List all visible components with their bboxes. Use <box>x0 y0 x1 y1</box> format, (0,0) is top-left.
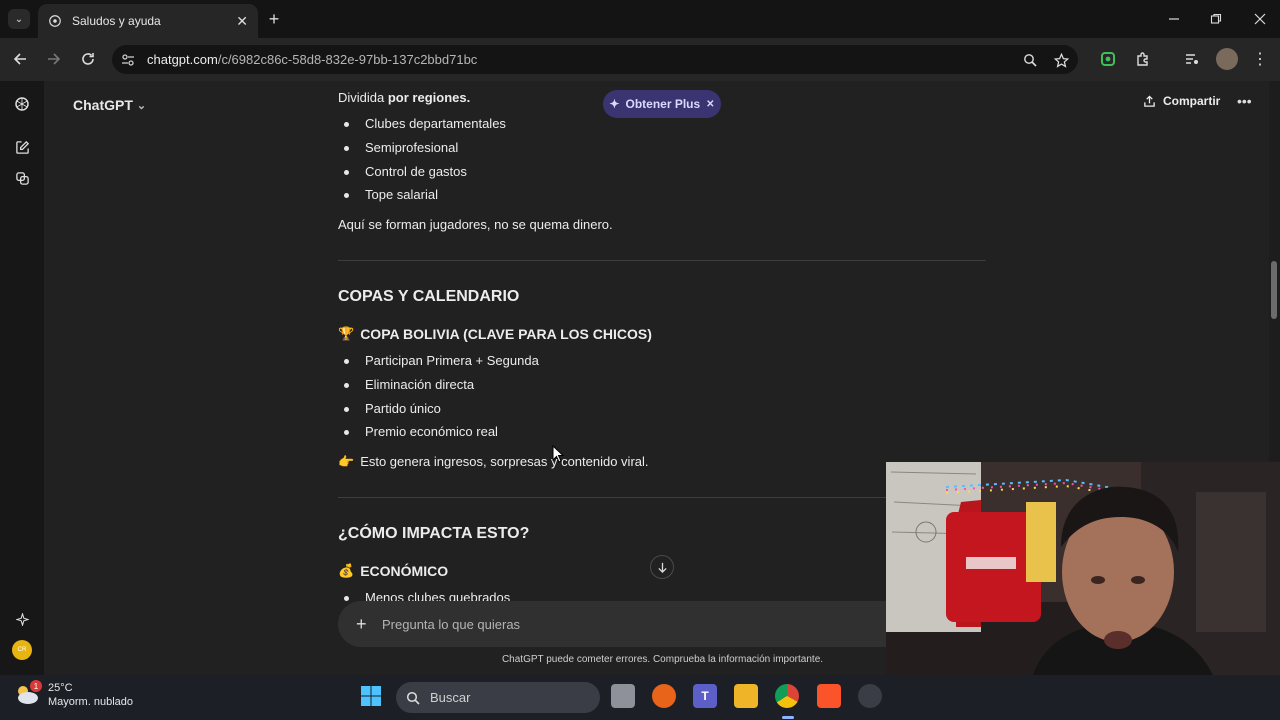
chevron-down-icon: ⌄ <box>136 99 147 112</box>
active-app-indicator <box>782 716 794 719</box>
sparkle-icon[interactable] <box>12 609 32 629</box>
trophy-icon: 🏆 <box>338 326 355 341</box>
chatgpt-sidebar-rail: CR <box>0 81 44 675</box>
new-tab-icon[interactable]: + <box>264 9 284 29</box>
browser-tab-bar: ⌄ Saludos y ayuda ✕ + <box>0 0 1280 38</box>
address-bar[interactable]: chatgpt.com/c/6982c86c-58d8-832e-97bb-13… <box>112 45 1078 74</box>
restore-icon[interactable] <box>1206 10 1226 28</box>
windows-start-icon[interactable] <box>359 684 383 708</box>
list-item: Tope salarial <box>344 187 438 202</box>
weather-temp: 25°C <box>48 682 73 694</box>
brave-icon[interactable] <box>817 684 841 708</box>
windows-taskbar: 1 25°C Mayorm. nublado Buscar T <box>0 675 1280 720</box>
file-explorer-icon[interactable] <box>734 684 758 708</box>
mouse-cursor-icon <box>552 445 564 463</box>
avatar[interactable]: CR <box>12 640 32 660</box>
url-path: /c/6982c86c-58d8-832e-97bb-137c2bbd71bc <box>217 52 478 67</box>
scroll-down-button[interactable] <box>650 555 674 579</box>
openai-favicon-icon <box>48 14 62 28</box>
get-plus-button[interactable]: ✦ Obtener Plus ✕ <box>603 90 721 118</box>
window-close-icon[interactable] <box>1250 10 1270 28</box>
list-item: Premio económico real <box>344 424 498 439</box>
teams-icon[interactable]: T <box>693 684 717 708</box>
paragraph: Aquí se forman jugadores, no se quema di… <box>338 217 613 232</box>
list-item: Partido único <box>344 401 441 416</box>
task-view-icon[interactable] <box>611 684 635 708</box>
paragraph: 👉 Esto genera ingresos, sorpresas y cont… <box>338 454 649 470</box>
chrome-icon[interactable] <box>775 684 799 708</box>
back-icon[interactable] <box>10 49 30 69</box>
divider <box>338 260 986 261</box>
subsection-heading: 🏆 COPA BOLIVIA (CLAVE PARA LOS CHICOS) <box>338 326 652 342</box>
intro-bold: por regiones. <box>387 90 471 105</box>
new-chat-icon[interactable] <box>12 137 32 157</box>
list-item: Eliminación directa <box>343 377 475 392</box>
tab-search-chevron-icon[interactable]: ⌄ <box>8 9 30 29</box>
paragraph-text: Esto genera ingresos, sorpresas y conten… <box>360 454 649 469</box>
steam-icon[interactable] <box>858 684 882 708</box>
site-info-icon[interactable] <box>120 52 136 68</box>
url-text[interactable]: chatgpt.com/c/6982c86c-58d8-832e-97bb-13… <box>147 52 477 67</box>
model-selector[interactable]: ChatGPT ⌄ <box>73 97 146 113</box>
scrollbar-thumb[interactable] <box>1271 261 1277 319</box>
taskbar-search-label: Buscar <box>430 690 471 705</box>
list-item: Semiprofesional <box>343 140 459 155</box>
profile-avatar[interactable] <box>1216 48 1238 70</box>
zoom-icon[interactable] <box>1022 52 1038 68</box>
list-item: Clubes departamentales <box>344 116 506 131</box>
section-heading: ¿CÓMO IMPACTA ESTO? <box>338 525 530 542</box>
get-plus-label: Obtener Plus <box>625 97 701 111</box>
extension-green-icon[interactable] <box>1098 49 1118 69</box>
arrow-down-icon <box>657 562 667 573</box>
browser-tab-active[interactable]: Saludos y ayuda ✕ <box>38 4 258 38</box>
weather-condition: Mayorm. nublado <box>48 696 133 708</box>
search-icon <box>406 691 420 705</box>
intro-line: Dividida por regiones. <box>338 90 470 105</box>
url-host: chatgpt.com <box>147 52 218 67</box>
taskbar-search[interactable]: Buscar <box>396 682 600 713</box>
share-button[interactable]: Compartir <box>1143 94 1220 108</box>
share-icon <box>1144 94 1155 107</box>
close-icon[interactable]: ✕ <box>706 99 714 110</box>
bookmark-star-icon[interactable] <box>1053 52 1069 68</box>
reload-icon[interactable] <box>78 49 98 69</box>
weather-badge: 1 <box>30 680 42 692</box>
subsection-heading-text: COPA BOLIVIA (CLAVE PARA LOS CHICOS) <box>360 326 652 342</box>
minimize-icon[interactable] <box>1164 10 1184 28</box>
tab-close-icon[interactable]: ✕ <box>236 13 248 30</box>
add-attachment-icon[interactable]: + <box>356 614 367 635</box>
openai-logo-icon[interactable] <box>12 94 32 114</box>
firefox-icon[interactable] <box>652 684 676 708</box>
subsection-heading-text: ECONÓMICO <box>360 563 449 579</box>
money-bag-icon: 💰 <box>338 563 355 578</box>
section-heading: COPAS Y CALENDARIO <box>338 288 520 305</box>
weather-widget[interactable]: 1 25°C Mayorm. nublado <box>14 680 133 709</box>
pointing-hand-icon: 👉 <box>338 454 355 469</box>
library-icon[interactable] <box>12 168 32 188</box>
browser-menu-icon[interactable]: ⋮ <box>1252 49 1268 69</box>
tab-title: Saludos y ayuda <box>72 14 161 28</box>
weather-cloud-icon: 1 <box>14 680 42 708</box>
media-controls-icon[interactable] <box>1182 49 1202 69</box>
list-item: Control de gastos <box>344 164 467 179</box>
more-options-icon[interactable]: ••• <box>1237 93 1252 109</box>
list-item: Participan Primera + Segunda <box>344 353 539 368</box>
extensions-puzzle-icon[interactable] <box>1133 49 1153 69</box>
forward-icon[interactable] <box>44 49 64 69</box>
sparkle-icon: ✦ <box>609 97 620 111</box>
subsection-heading: 💰 ECONÓMICO <box>338 563 448 579</box>
intro-prefix: Dividida <box>338 90 388 105</box>
app-title: ChatGPT <box>73 97 133 113</box>
share-label: Compartir <box>1163 94 1221 108</box>
